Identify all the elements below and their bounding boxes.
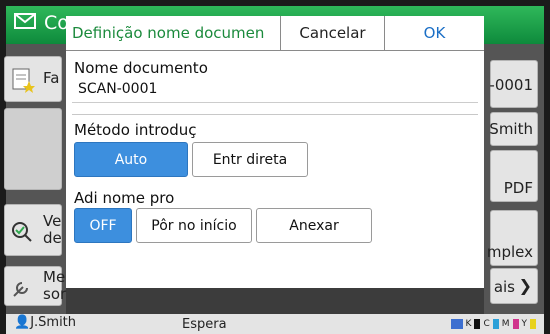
- ink-c-label: C: [483, 319, 490, 329]
- mail-icon: [14, 13, 36, 29]
- verify-label: Ve de: [43, 212, 62, 247]
- memory-label: Me sor: [43, 268, 67, 303]
- add-name-label: Adi nome pro: [74, 189, 175, 207]
- memory-button[interactable]: Me sor: [4, 266, 66, 306]
- ink-k-bar: [474, 319, 481, 329]
- format-label: PDF: [503, 179, 533, 197]
- more-button[interactable]: ais ❯: [490, 268, 538, 304]
- device-status: Espera: [182, 317, 227, 332]
- doc-name-field[interactable]: SCAN-0001: [72, 78, 478, 103]
- filename-preview-label: -0001: [489, 76, 533, 94]
- add-name-prefix-button[interactable]: Pôr no início: [136, 208, 252, 243]
- duplex-button[interactable]: mplex: [486, 210, 538, 266]
- method-auto-button[interactable]: Auto: [74, 142, 188, 177]
- cancel-button[interactable]: Cancelar: [280, 16, 384, 50]
- user-indicator: 👤J.Smith: [14, 315, 76, 330]
- ink-m-label: M: [501, 319, 510, 329]
- ink-y-label: Y: [521, 319, 528, 329]
- filename-preview-button[interactable]: -0001: [489, 60, 538, 108]
- ok-button[interactable]: OK: [384, 16, 484, 50]
- doc-name-value: SCAN-0001: [78, 81, 158, 97]
- user-icon: 👤: [14, 315, 31, 330]
- ink-m-bar: [512, 319, 519, 329]
- chevron-right-icon: ❯: [518, 276, 532, 295]
- add-name-append-button[interactable]: Anexar: [256, 208, 372, 243]
- ink-k-label: K: [465, 319, 472, 329]
- owner-button[interactable]: Smith: [489, 112, 538, 146]
- dialog-header: Definição nome documen Cancelar OK: [66, 16, 484, 51]
- verify-button[interactable]: Ve de: [4, 204, 62, 256]
- connection-icon: [450, 319, 463, 329]
- status-bar: 👤J.Smith Espera K C M Y: [6, 314, 544, 334]
- ink-levels: K C M Y: [450, 319, 536, 329]
- format-button[interactable]: PDF: [490, 150, 538, 202]
- add-name-off-button[interactable]: OFF: [74, 208, 132, 243]
- user-name: J.Smith: [30, 315, 77, 330]
- dialog-title: Definição nome documen: [72, 24, 265, 42]
- wrench-icon: [13, 282, 28, 297]
- fax-label: Fa: [43, 69, 60, 87]
- magnifier-check-icon: [12, 222, 32, 242]
- method-label: Método introduç: [74, 121, 197, 139]
- duplex-label: mplex: [486, 243, 533, 261]
- left-blank-button[interactable]: [4, 108, 62, 190]
- more-label: ais: [493, 278, 515, 296]
- screen: Co Fa Ve de Me sor -0001 Smith PDF mplex…: [0, 0, 550, 334]
- doc-name-label: Nome documento: [74, 59, 208, 77]
- document-name-dialog: Definição nome documen Cancelar OK Nome …: [66, 16, 484, 288]
- ink-y-bar: [530, 319, 536, 329]
- owner-label: Smith: [489, 120, 533, 138]
- section-divider: [72, 114, 478, 115]
- document-star-icon: [12, 68, 35, 93]
- ink-c-bar: [492, 319, 499, 329]
- fax-button[interactable]: Fa: [4, 56, 62, 102]
- method-direct-button[interactable]: Entr direta: [192, 142, 308, 177]
